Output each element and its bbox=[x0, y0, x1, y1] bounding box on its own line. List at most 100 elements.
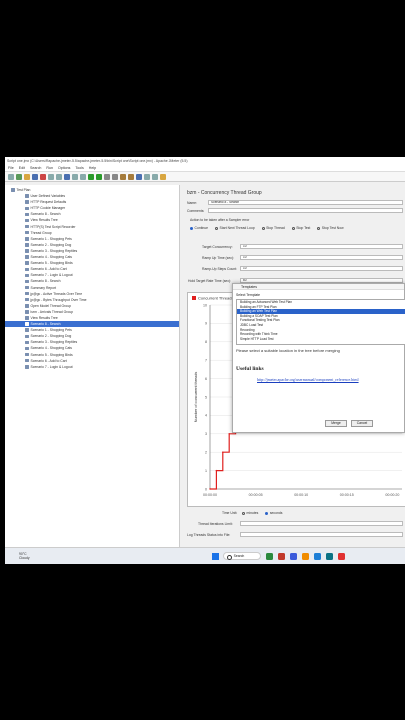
reference-link[interactable]: http://jmeter.apache.org/usermanual/comp… bbox=[257, 377, 359, 382]
hold-time-label: Hold Target Rate Time (sec): bbox=[188, 279, 232, 283]
function-helper-icon[interactable] bbox=[152, 173, 158, 180]
taskbar-search[interactable]: Search bbox=[222, 552, 261, 560]
start-icon[interactable] bbox=[88, 173, 94, 180]
merge-button[interactable]: Merge bbox=[325, 420, 347, 427]
y-tick-label: 8 bbox=[205, 340, 207, 344]
cut-icon[interactable] bbox=[40, 173, 46, 180]
stop-thread-radio[interactable]: Stop Thread bbox=[261, 226, 285, 230]
tree-node-icon bbox=[25, 267, 29, 272]
collapse-icon[interactable] bbox=[72, 173, 78, 180]
tree-node-icon bbox=[25, 212, 29, 217]
menu-options[interactable]: Options bbox=[58, 166, 70, 170]
menu-run[interactable]: Run bbox=[46, 166, 53, 170]
y-tick-label: 5 bbox=[205, 395, 207, 399]
clear-all-icon[interactable] bbox=[128, 173, 134, 180]
y-tick-label: 9 bbox=[205, 322, 207, 326]
templates-dialog: Templates Select Template Building an Ad… bbox=[232, 283, 405, 433]
ramp-up-time-field[interactable]: 10 bbox=[240, 255, 403, 260]
menu-tools[interactable]: Tools bbox=[75, 166, 83, 170]
template-list[interactable]: Building an Advanced Web Test Plan Buildi… bbox=[236, 299, 405, 345]
save-icon[interactable] bbox=[32, 173, 38, 180]
shutdown-icon[interactable] bbox=[112, 173, 118, 180]
tree-node-icon bbox=[25, 365, 29, 369]
tree-node-icon bbox=[25, 237, 29, 241]
expand-icon[interactable] bbox=[64, 173, 70, 180]
x-tick-label: 00:00:15 bbox=[340, 493, 354, 497]
app-icon-1[interactable] bbox=[265, 552, 273, 560]
templates-icon[interactable] bbox=[16, 173, 22, 180]
error-action-options: Continue Start Next Thread Loop Stop Thr… bbox=[190, 226, 350, 231]
data-point bbox=[209, 488, 211, 490]
tree-node-icon bbox=[25, 322, 29, 326]
error-action-label: Action to be taken after a Sampler error bbox=[190, 218, 250, 222]
minutes-radio[interactable]: minutes bbox=[242, 511, 258, 515]
clear-icon[interactable] bbox=[120, 173, 126, 180]
window-title: Script one.jmx (C:\Users\Rapache-jmeter-… bbox=[7, 159, 188, 163]
seconds-radio[interactable]: seconds bbox=[265, 511, 282, 515]
legend-swatch bbox=[192, 296, 196, 300]
target-concurrency-field[interactable]: 10 bbox=[240, 244, 403, 249]
tree-node-icon bbox=[25, 249, 29, 253]
app-icon-2[interactable] bbox=[277, 552, 285, 560]
continue-radio[interactable]: Continue bbox=[190, 226, 208, 230]
tree-node-icon bbox=[25, 352, 29, 357]
useful-links-heading: Useful links bbox=[236, 366, 264, 372]
paste-icon[interactable] bbox=[56, 173, 62, 180]
ramp-up-time-label: Ramp Up Time (sec): bbox=[202, 256, 235, 260]
name-field[interactable]: Scenario 8 - Search bbox=[208, 200, 403, 205]
log-threads-field[interactable] bbox=[240, 532, 403, 537]
toggle-icon[interactable] bbox=[80, 173, 86, 180]
tree-node-icon bbox=[25, 194, 29, 198]
y-tick-label: 2 bbox=[205, 451, 207, 455]
taskbar: 90°C Cloudy Search bbox=[5, 547, 405, 564]
tree-node-icon bbox=[25, 279, 29, 284]
tree-node-icon bbox=[11, 188, 15, 192]
legend-label: Concurrent Threads bbox=[198, 296, 234, 301]
y-tick-label: 6 bbox=[205, 377, 207, 381]
comments-field[interactable] bbox=[208, 208, 403, 213]
tree-item[interactable]: Scenario 7 - Login & Logout bbox=[5, 364, 179, 370]
windows-start-icon[interactable] bbox=[211, 552, 219, 560]
tree-node-icon bbox=[25, 346, 29, 351]
start-no-pause-icon[interactable] bbox=[96, 173, 102, 180]
menu-edit[interactable]: Edit bbox=[19, 166, 25, 170]
menu-help[interactable]: Help bbox=[89, 166, 96, 170]
template-list-item[interactable]: Simple HTTP Load Test bbox=[237, 337, 405, 342]
y-tick-label: 4 bbox=[205, 414, 207, 418]
tree-node-icon bbox=[25, 285, 29, 290]
app-icon-3[interactable] bbox=[289, 552, 297, 560]
cancel-button[interactable]: Cancel bbox=[351, 420, 373, 427]
next-loop-radio[interactable]: Start Next Thread Loop bbox=[215, 226, 255, 230]
weather-widget[interactable]: 90°C Cloudy bbox=[19, 552, 30, 560]
toolbar bbox=[5, 172, 405, 182]
tree-node-icon bbox=[25, 358, 29, 363]
time-unit-label: Time Unit: bbox=[222, 511, 238, 515]
tree-node-icon bbox=[25, 334, 29, 339]
name-label: Name: bbox=[187, 201, 197, 205]
iterations-limit-field[interactable] bbox=[240, 521, 403, 526]
search-icon[interactable] bbox=[136, 173, 142, 180]
tree-node-icon bbox=[25, 304, 29, 308]
app-icon-6[interactable] bbox=[325, 552, 333, 560]
stop-icon[interactable] bbox=[104, 173, 110, 180]
comments-label: Comments: bbox=[187, 209, 205, 213]
reset-search-icon[interactable] bbox=[144, 173, 150, 180]
copy-icon[interactable] bbox=[48, 173, 54, 180]
dialog-description: Please select a suitable location in the… bbox=[236, 348, 340, 353]
screenshot-area: Script one.jmx (C:\Users\Rapache-jmeter-… bbox=[5, 157, 405, 564]
new-icon[interactable] bbox=[8, 173, 14, 180]
folder-icon[interactable] bbox=[301, 552, 309, 560]
app-icon-7[interactable] bbox=[337, 552, 345, 560]
menu-search[interactable]: Search bbox=[30, 166, 41, 170]
data-point bbox=[215, 469, 218, 472]
menu-file[interactable]: File bbox=[8, 166, 14, 170]
test-plan-tree[interactable]: Test Plan User Defined Variables HTTP Requ… bbox=[5, 185, 180, 547]
stop-test-now-radio[interactable]: Stop Test Now bbox=[317, 226, 344, 230]
window-title-bar: Script one.jmx (C:\Users\Rapache-jmeter-… bbox=[5, 157, 405, 165]
help-icon[interactable] bbox=[160, 173, 166, 180]
stop-test-radio[interactable]: Stop Test bbox=[291, 226, 310, 230]
edge-icon[interactable] bbox=[313, 552, 321, 560]
ramp-up-steps-field[interactable]: 10 bbox=[240, 266, 403, 271]
time-unit-options: minutes seconds bbox=[242, 511, 288, 516]
open-icon[interactable] bbox=[24, 173, 30, 180]
